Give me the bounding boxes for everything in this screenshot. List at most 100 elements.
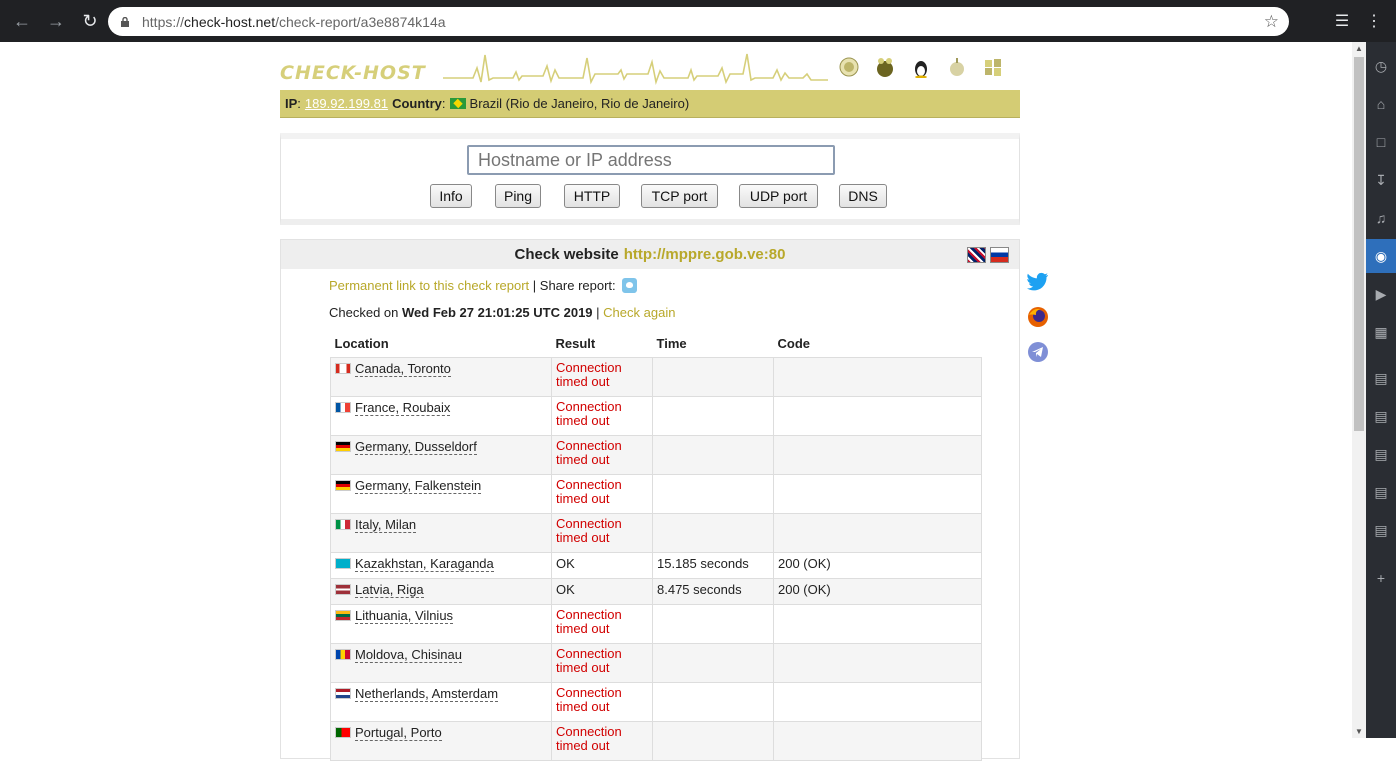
location-link[interactable]: Moldova, Chisinau [355,647,462,663]
table-row: Italy, Milan Connection timed out [330,512,982,553]
result-panel: Check website http://mppre.gob.ve:80 Per… [280,239,1020,761]
english-flag-icon[interactable] [967,247,986,263]
code-cell [773,720,982,761]
camera-icon[interactable]: ◉ [1366,239,1396,273]
location-link[interactable]: France, Roubaix [355,400,451,416]
location-link[interactable]: Italy, Milan [355,517,417,533]
telegram-icon[interactable] [1027,341,1049,363]
result-cell: Connection timed out [551,512,653,553]
location-link[interactable]: Netherlands, Amsterdam [355,686,499,702]
check-again-link[interactable]: Check again [603,305,675,320]
code-cell [773,473,982,514]
time-cell [652,681,774,722]
http-button[interactable]: HTTP [564,184,620,208]
folder-icon[interactable]: ▤ [1366,399,1396,433]
checked-prefix: Checked on [329,305,399,320]
forward-icon[interactable]: → [40,5,72,37]
history-icon[interactable]: ◷ [1366,49,1396,83]
folder-icon[interactable]: ▤ [1366,513,1396,547]
bsd-icon [874,56,896,78]
location-link[interactable]: Lithuania, Vilnius [355,608,454,624]
udp-port-button[interactable]: UDP port [739,184,818,208]
url-host: check-host.net [184,13,276,30]
folder-icon[interactable]: ▤ [1366,437,1396,471]
reload-icon[interactable]: ↻ [74,5,106,37]
extension-icon[interactable]: ☰ [1326,11,1358,31]
dns-button[interactable]: DNS [839,184,887,208]
location-cell: France, Roubaix [330,395,552,436]
time-cell [652,512,774,553]
country-flag-icon [335,440,351,452]
time-cell [652,473,774,514]
back-icon[interactable]: ← [6,5,38,37]
add-icon[interactable]: + [1366,561,1396,595]
page-scrollbar[interactable]: ▲ ▼ [1352,42,1366,738]
report-target-link[interactable]: http://mppre.gob.ve:80 [624,246,786,263]
permanent-link[interactable]: Permanent link to this check report [329,278,529,293]
report-title: Check website [514,246,619,263]
music-icon[interactable]: ♫ [1366,201,1396,235]
ip-label: IP [285,96,298,111]
bookmark-star-icon[interactable]: ☆ [1264,12,1279,32]
folder-icon[interactable]: ▤ [1366,475,1396,509]
country-flag-icon [335,518,351,530]
location-cell: Kazakhstan, Karaganda [330,551,552,579]
freebsd-icon [838,56,860,78]
address-bar[interactable]: https://check-host.net/check-report/a3e8… [108,7,1289,36]
ip-link[interactable]: 189.92.199.81 [305,96,388,111]
code-cell [773,642,982,683]
table-row: Canada, Toronto Connection timed out [330,356,982,397]
download-icon[interactable]: ↧ [1366,163,1396,197]
location-link[interactable]: Kazakhstan, Karaganda [355,556,494,572]
table-row: Germany, Falkenstein Connection timed out [330,473,982,514]
site-logo[interactable]: CHECK-HOST [280,62,426,84]
col-time: Time [656,335,687,351]
video-icon[interactable]: ▶ [1366,277,1396,311]
country-flag-icon [335,609,351,621]
document-icon[interactable]: □ [1366,125,1396,159]
code-cell [773,512,982,553]
scroll-down-icon[interactable]: ▼ [1355,727,1363,736]
scrollbar-thumb[interactable] [1354,57,1364,431]
location-link[interactable]: Germany, Dusseldorf [355,439,477,455]
time-cell: 8.475 seconds [652,577,774,605]
location-link[interactable]: Canada, Toronto [355,361,451,377]
hostname-input[interactable] [467,145,835,175]
table-row: Portugal, Porto Connection timed out [330,720,982,761]
browser-toolbar: ← → ↻ https://check-host.net/check-repor… [0,0,1396,42]
separator: | [596,305,600,320]
table-row: Latvia, Riga OK 8.475 seconds 200 (OK) [330,577,982,605]
ping-button[interactable]: Ping [495,184,541,208]
country-flag-icon [335,687,351,699]
location-cell: Moldova, Chisinau [330,642,552,683]
location-link[interactable]: Germany, Falkenstein [355,478,482,494]
result-cell: OK [551,577,653,605]
folder-icon[interactable]: ▤ [1366,361,1396,395]
code-cell [773,681,982,722]
firefox-icon[interactable] [1027,306,1049,328]
scroll-up-icon[interactable]: ▲ [1355,44,1363,53]
location-link[interactable]: Portugal, Porto [355,725,442,741]
result-cell: OK [551,551,653,579]
col-code: Code [777,335,811,351]
country-flag-icon [335,557,351,569]
heartbeat-wave-icon [443,53,828,85]
info-button[interactable]: Info [430,184,472,208]
page-content: CHECK-HOST IP: 189.92.199.81 Country: Br… [280,50,1020,761]
twitter-share-icon[interactable] [622,278,638,293]
result-cell: Connection timed out [551,473,653,514]
location-link[interactable]: Latvia, Riga [355,582,424,598]
russian-flag-icon[interactable] [990,247,1009,263]
linux-icon [910,56,932,78]
trash-icon[interactable]: ▦ [1366,315,1396,349]
code-cell: 200 (OK) [773,551,982,579]
time-cell [652,434,774,475]
home-icon[interactable]: ⌂ [1366,87,1396,121]
table-row: Germany, Dusseldorf Connection timed out [330,434,982,475]
time-cell [652,603,774,644]
result-cell: Connection timed out [551,395,653,436]
menu-icon[interactable]: ⋮ [1358,11,1390,31]
tcp-port-button[interactable]: TCP port [641,184,718,208]
url-path: /check-report/a3e8874k14a [275,13,446,30]
twitter-icon[interactable] [1027,271,1049,293]
